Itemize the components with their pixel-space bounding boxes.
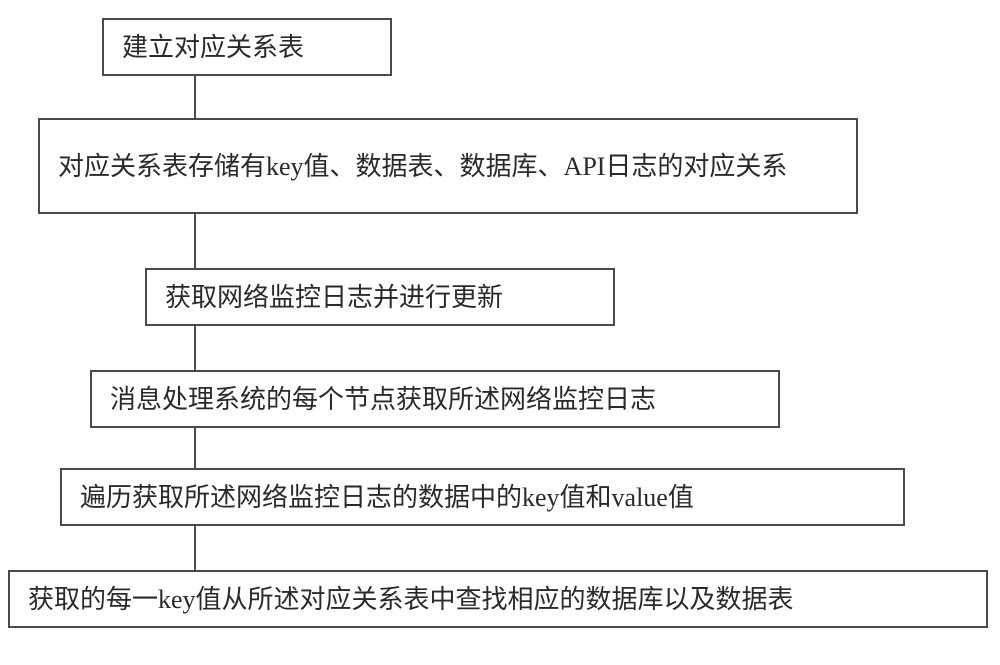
step2-label: 对应关系表存储有key值、数据表、数据库、API日志的对应关系 — [58, 147, 787, 186]
flowchart-container: 建立对应关系表 对应关系表存储有key值、数据表、数据库、API日志的对应关系 … — [0, 0, 1000, 665]
step3-label: 获取网络监控日志并进行更新 — [165, 278, 503, 317]
connector-2-3 — [194, 214, 196, 268]
step1-label: 建立对应关系表 — [122, 28, 304, 67]
flowchart-step-1: 建立对应关系表 — [102, 18, 392, 76]
flowchart-step-6: 获取的每一key值从所述对应关系表中查找相应的数据库以及数据表 — [8, 570, 988, 628]
connector-1-2 — [194, 76, 196, 118]
connector-3-4 — [194, 326, 196, 370]
connector-4-5 — [194, 428, 196, 468]
connector-5-6 — [194, 526, 196, 570]
flowchart-step-4: 消息处理系统的每个节点获取所述网络监控日志 — [90, 370, 780, 428]
flowchart-step-5: 遍历获取所述网络监控日志的数据中的key值和value值 — [60, 468, 905, 526]
flowchart-step-3: 获取网络监控日志并进行更新 — [145, 268, 615, 326]
flowchart-step-2: 对应关系表存储有key值、数据表、数据库、API日志的对应关系 — [38, 118, 858, 214]
step4-label: 消息处理系统的每个节点获取所述网络监控日志 — [110, 380, 656, 419]
step6-label: 获取的每一key值从所述对应关系表中查找相应的数据库以及数据表 — [28, 580, 794, 619]
step5-label: 遍历获取所述网络监控日志的数据中的key值和value值 — [80, 478, 694, 517]
